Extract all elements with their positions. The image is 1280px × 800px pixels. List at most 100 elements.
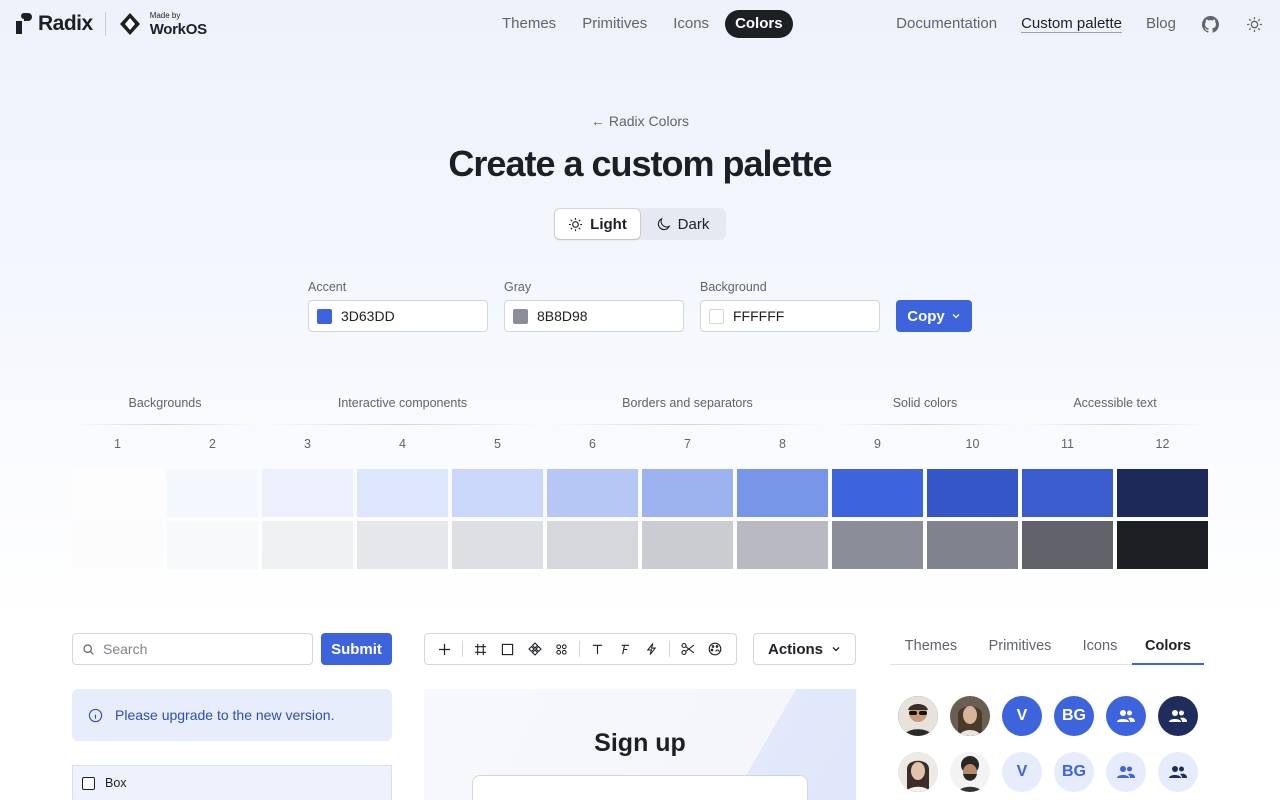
actions-dropdown[interactable]: Actions: [753, 633, 856, 665]
plus-icon[interactable]: [431, 634, 458, 664]
accent-swatch[interactable]: [317, 308, 332, 324]
brand-name: Radix: [38, 12, 93, 35]
dark-mode-button[interactable]: Dark: [640, 209, 725, 239]
gray-swatch[interactable]: [513, 308, 528, 324]
accent-swatch-step-5[interactable]: [452, 469, 543, 517]
workos-badge[interactable]: Made by WorkOS: [118, 11, 207, 38]
grid-icon[interactable]: [548, 634, 575, 664]
scissors-icon[interactable]: [674, 634, 701, 664]
moon-icon: [657, 217, 670, 230]
background-input[interactable]: FFFFFF: [700, 300, 880, 332]
github-icon[interactable]: [1200, 14, 1220, 34]
accent-swatch-step-1[interactable]: [72, 469, 163, 517]
signup-title: Sign up: [594, 729, 686, 757]
nav-documentation[interactable]: Documentation: [896, 10, 997, 38]
palette-icon[interactable]: [701, 634, 728, 664]
accent-swatch-step-4[interactable]: [357, 469, 448, 517]
gray-swatch-step-10[interactable]: [927, 521, 1018, 569]
gray-value: 8B8D98: [537, 308, 588, 324]
actions-label: Actions: [767, 640, 823, 658]
people-icon: [1117, 766, 1135, 778]
gray-swatch-step-6[interactable]: [547, 521, 638, 569]
nav-colors[interactable]: Colors: [725, 10, 793, 38]
gray-swatch-step-3[interactable]: [262, 521, 353, 569]
gray-swatch-step-1[interactable]: [72, 521, 163, 569]
dark-mode-label: Dark: [677, 215, 710, 233]
tab-colors[interactable]: Colors: [1132, 628, 1204, 665]
square-icon[interactable]: [494, 634, 521, 664]
gray-swatch-step-8[interactable]: [737, 521, 828, 569]
light-mode-button[interactable]: Light: [555, 209, 640, 239]
tab-primitives[interactable]: Primitives: [972, 628, 1068, 664]
gray-swatch-step-2[interactable]: [167, 521, 258, 569]
component-icon[interactable]: [521, 634, 548, 664]
text-icon[interactable]: [584, 634, 611, 664]
nav-icons[interactable]: Icons: [663, 10, 719, 38]
accent-swatch-step-10[interactable]: [927, 469, 1018, 517]
tab-themes[interactable]: Themes: [890, 628, 972, 664]
gray-swatch-step-5[interactable]: [452, 521, 543, 569]
avatar-group: [1106, 696, 1146, 736]
radix-logo-icon: [16, 13, 32, 35]
row-checkbox[interactable]: [82, 776, 95, 790]
accent-input[interactable]: 3D63DD: [308, 300, 488, 332]
avatar: [950, 696, 990, 736]
accent-swatch-step-3[interactable]: [262, 469, 353, 517]
gray-swatch-step-12[interactable]: [1117, 521, 1208, 569]
gray-swatch-step-7[interactable]: [642, 521, 733, 569]
accent-swatch-step-8[interactable]: [737, 469, 828, 517]
sun-icon: [569, 217, 583, 231]
step-label-4: 4: [399, 437, 406, 451]
nav-custom-palette[interactable]: Custom palette: [1021, 10, 1122, 38]
submit-button[interactable]: Submit: [321, 633, 392, 665]
accent-swatch-step-11[interactable]: [1022, 469, 1113, 517]
accent-swatch-step-9[interactable]: [832, 469, 923, 517]
nav-themes[interactable]: Themes: [492, 10, 566, 38]
tab-icons[interactable]: Icons: [1068, 628, 1132, 664]
signup-form: [472, 775, 808, 800]
group-divider: [547, 424, 828, 425]
gray-swatch-step-11[interactable]: [1022, 521, 1113, 569]
table-row: Box: [72, 765, 392, 800]
search-input[interactable]: [103, 641, 293, 657]
copy-button[interactable]: Copy: [896, 300, 972, 332]
editor-toolbar: [424, 633, 737, 665]
font-style-icon[interactable]: [611, 634, 638, 664]
back-to-radix-colors-link[interactable]: ← Radix Colors: [0, 113, 1280, 129]
group-borders-and-separators: Borders and separators: [622, 396, 753, 410]
gray-input[interactable]: 8B8D98: [504, 300, 684, 332]
avatar-initials: V: [1016, 763, 1028, 780]
gray-swatch-step-9[interactable]: [832, 521, 923, 569]
lightning-icon[interactable]: [638, 634, 665, 664]
radix-logo[interactable]: Radix Made by WorkOS: [16, 11, 207, 38]
group-solid-colors: Solid colors: [892, 396, 958, 410]
callout-text: Please upgrade to the new version.: [115, 707, 335, 723]
people-icon: [1169, 710, 1187, 722]
accent-swatch-step-6[interactable]: [547, 469, 638, 517]
group-divider: [262, 424, 543, 425]
accent-value: 3D63DD: [341, 308, 395, 324]
workos-name: WorkOS: [149, 20, 207, 38]
frame-icon[interactable]: [467, 634, 494, 664]
accent-swatch-step-2[interactable]: [167, 469, 258, 517]
background-field: Background FFFFFF: [700, 280, 880, 332]
toolbar-separator: [669, 641, 670, 657]
logo-divider: [104, 12, 106, 36]
avatar-initials: V: [1016, 707, 1028, 724]
search-icon: [83, 643, 94, 655]
nav-blog[interactable]: Blog: [1146, 10, 1176, 38]
avatar-initials: BG: [1062, 763, 1086, 780]
nav-primitives[interactable]: Primitives: [572, 10, 657, 38]
appearance-toggle: Light Dark: [554, 208, 726, 240]
avatar-v: V: [1002, 752, 1042, 792]
sun-icon[interactable]: [1244, 14, 1264, 34]
search-field[interactable]: [72, 633, 313, 665]
accent-swatch-step-12[interactable]: [1117, 469, 1208, 517]
gray-swatch-step-4[interactable]: [357, 521, 448, 569]
signup-card: Sign up: [424, 689, 856, 800]
accent-label: Accent: [308, 280, 347, 294]
background-swatch[interactable]: [709, 308, 724, 324]
group-divider: [72, 424, 258, 425]
step-label-10: 10: [965, 437, 980, 451]
accent-swatch-step-7[interactable]: [642, 469, 733, 517]
